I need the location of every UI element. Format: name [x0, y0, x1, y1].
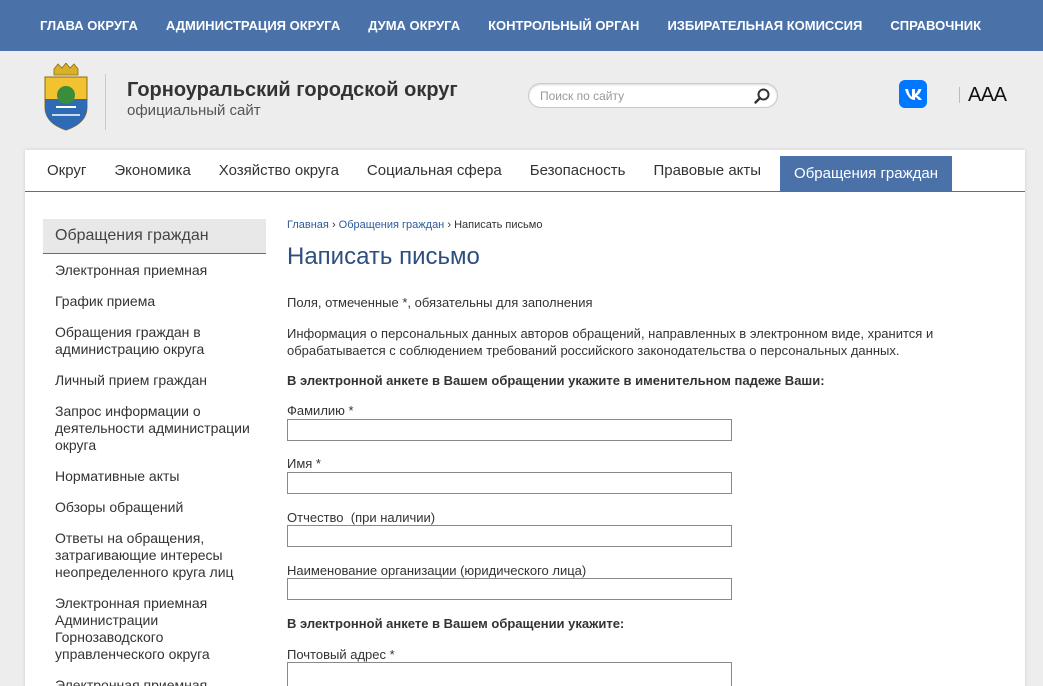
- breadcrumb: Главная › Обращения граждан › Написать п…: [287, 219, 542, 231]
- postal-address-label: Почтовый адрес *: [287, 647, 395, 662]
- sidebar-item-electronic-reception[interactable]: Электронная приемная: [55, 262, 266, 279]
- patronymic-label: Отчество (при наличии): [287, 510, 436, 525]
- name-field[interactable]: [287, 472, 732, 494]
- sidebar-item-public-answers[interactable]: Ответы на обращения, затрагивающие интер…: [55, 530, 266, 581]
- sidebar-item-electronic-reception-2[interactable]: Электронная приемная: [55, 677, 266, 686]
- sidebar-item-information-request[interactable]: Запрос информации о деятельности админис…: [55, 403, 266, 454]
- section-heading-contact: В электронной анкете в Вашем обращении у…: [287, 615, 947, 632]
- topnav-head-of-district[interactable]: ГЛАВА ОКРУГА: [26, 18, 152, 33]
- section-heading-contact-text: В электронной анкете в Вашем обращении у…: [287, 616, 625, 631]
- mainnav-social-sphere[interactable]: Социальная сфера: [353, 150, 516, 191]
- sidebar-heading[interactable]: Обращения граждан: [43, 219, 266, 254]
- postal-address-field[interactable]: [287, 662, 732, 686]
- content-panel: Округ Экономика Хозяйство округа Социаль…: [25, 150, 1025, 686]
- surname-field[interactable]: [287, 419, 732, 441]
- coat-of-arms-logo[interactable]: [42, 63, 90, 131]
- breadcrumb-section[interactable]: Обращения граждан: [339, 219, 445, 231]
- sidebar: Обращения граждан Электронная приемная Г…: [43, 219, 266, 686]
- sidebar-item-personal-reception[interactable]: Личный прием граждан: [55, 372, 266, 389]
- sidebar-menu: Электронная приемная График приема Обращ…: [43, 254, 266, 686]
- accessibility-divider: [959, 87, 960, 103]
- site-title[interactable]: Горноуральский городской округ: [127, 79, 458, 102]
- breadcrumb-separator: ›: [331, 219, 336, 231]
- page-title: Написать письмо: [287, 243, 480, 270]
- mainnav-economy[interactable]: Экономика: [100, 150, 204, 191]
- required-fields-note: Поля, отмеченные *, обязательны для запо…: [287, 295, 593, 310]
- name-label: Имя *: [287, 456, 321, 471]
- section-heading-personal-text: В электронной анкете в Вашем обращении у…: [287, 373, 825, 388]
- topnav-election-commission[interactable]: ИЗБИРАТЕЛЬНАЯ КОМИССИЯ: [653, 18, 876, 33]
- privacy-note: Информация о персональных данных авторов…: [287, 326, 934, 358]
- breadcrumb-current: Написать письмо: [454, 219, 543, 231]
- section-heading-personal: В электронной анкете в Вашем обращении у…: [287, 372, 947, 389]
- breadcrumb-separator: ›: [447, 219, 451, 231]
- header-divider: [105, 74, 106, 130]
- mainnav-legal-acts[interactable]: Правовые акты: [639, 150, 775, 191]
- mainnav-district[interactable]: Округ: [33, 150, 100, 191]
- breadcrumb-home[interactable]: Главная: [287, 219, 329, 231]
- top-navigation: ГЛАВА ОКРУГА АДМИНИСТРАЦИЯ ОКРУГА ДУМА О…: [0, 0, 1043, 51]
- patronymic-field[interactable]: [287, 525, 732, 547]
- search-input[interactable]: [540, 88, 750, 104]
- search-box: [528, 83, 778, 108]
- organization-label: Наименование организации (юридического л…: [287, 563, 587, 578]
- mainnav-security[interactable]: Безопасность: [516, 150, 640, 191]
- topnav-administration[interactable]: АДМИНИСТРАЦИЯ ОКРУГА: [152, 18, 354, 33]
- main-navigation: Округ Экономика Хозяйство округа Социаль…: [25, 150, 1025, 192]
- sidebar-item-gornozavodsky-reception[interactable]: Электронная приемная Администрации Горно…: [55, 595, 266, 663]
- sidebar-item-normative-acts[interactable]: Нормативные акты: [55, 468, 266, 485]
- sidebar-item-appeals-to-administration[interactable]: Обращения граждан в администрацию округа: [55, 324, 266, 358]
- surname-label: Фамилию *: [287, 403, 354, 418]
- search-icon[interactable]: [753, 87, 771, 105]
- vk-icon[interactable]: [899, 80, 927, 108]
- organization-field[interactable]: [287, 578, 732, 600]
- sidebar-item-appeal-reviews[interactable]: Обзоры обращений: [55, 499, 266, 516]
- sidebar-item-reception-schedule[interactable]: График приема: [55, 293, 266, 310]
- topnav-control-body[interactable]: КОНТРОЛЬНЫЙ ОРГАН: [474, 18, 653, 33]
- topnav-directory[interactable]: СПРАВОЧНИК: [876, 18, 995, 33]
- mainnav-citizen-appeals[interactable]: Обращения граждан: [780, 156, 953, 191]
- accessibility-version-link[interactable]: AAA: [968, 84, 1007, 107]
- topnav-duma[interactable]: ДУМА ОКРУГА: [354, 18, 474, 33]
- site-subtitle: официальный сайт: [127, 102, 261, 119]
- mainnav-district-economy[interactable]: Хозяйство округа: [205, 150, 353, 191]
